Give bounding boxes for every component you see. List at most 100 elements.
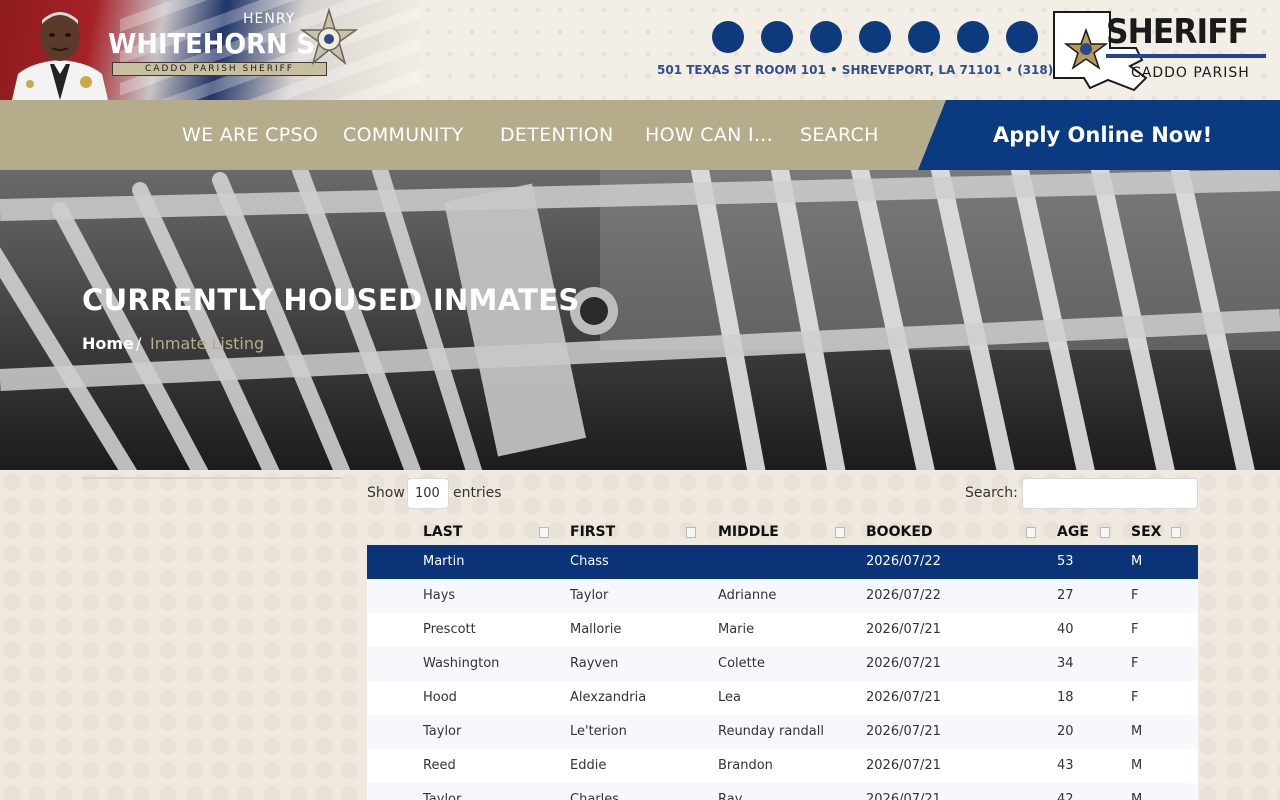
hero-banner bbox=[0, 170, 1280, 470]
social-icon-6[interactable] bbox=[957, 21, 989, 53]
social-icon-7[interactable] bbox=[1006, 21, 1038, 53]
cell-sex: M bbox=[1131, 724, 1143, 739]
cell-last: Hood bbox=[423, 690, 457, 705]
cell-age: 18 bbox=[1057, 690, 1074, 705]
cell-last: Hays bbox=[423, 588, 456, 603]
cell-booked: 2026/07/21 bbox=[866, 724, 941, 739]
cell-age: 34 bbox=[1057, 656, 1074, 671]
cell-last: Martin bbox=[423, 554, 465, 569]
sort-icon[interactable] bbox=[1100, 527, 1110, 538]
page-title: CURRENTLY HOUSED INMATES bbox=[82, 283, 580, 317]
cell-middle: Colette bbox=[718, 656, 765, 671]
entries-select[interactable] bbox=[407, 478, 449, 509]
social-icon-5[interactable] bbox=[908, 21, 940, 53]
cell-sex: M bbox=[1131, 792, 1143, 800]
table-row[interactable]: Hays Taylor Adrianne 2026/07/22 27 F bbox=[367, 579, 1198, 613]
apply-online-label[interactable]: Apply Online Now! bbox=[993, 123, 1212, 147]
cell-first: Le'terion bbox=[570, 724, 627, 739]
column-header-booked[interactable]: BOOKED bbox=[866, 524, 933, 540]
sheriff-badge-icon bbox=[299, 8, 359, 66]
social-icon-4[interactable] bbox=[859, 21, 891, 53]
sheriff-first-name: HENRY bbox=[243, 11, 296, 27]
cell-sex: F bbox=[1131, 622, 1139, 637]
cell-first: Chass bbox=[570, 554, 609, 569]
cell-last: Prescott bbox=[423, 622, 476, 637]
cell-first: Charles bbox=[570, 792, 620, 800]
table-row[interactable]: Taylor Le'terion Reunday randall 2026/07… bbox=[367, 715, 1198, 749]
table-row[interactable]: Hood Alexzandria Lea 2026/07/21 18 F bbox=[367, 681, 1198, 715]
column-header-middle[interactable]: MIDDLE bbox=[718, 524, 779, 540]
cell-age: 20 bbox=[1057, 724, 1074, 739]
nav-item-search[interactable]: SEARCH bbox=[800, 124, 879, 146]
cell-first: Taylor bbox=[570, 588, 609, 603]
cell-middle: Adrianne bbox=[718, 588, 777, 603]
cell-last: Reed bbox=[423, 758, 456, 773]
nav-item-community[interactable]: COMMUNITY bbox=[343, 124, 464, 146]
nav-item-we-are-cpso[interactable]: WE ARE CPSO bbox=[182, 124, 318, 146]
cell-first: Mallorie bbox=[570, 622, 622, 637]
cell-booked: 2026/07/22 bbox=[866, 554, 941, 569]
sort-icon[interactable] bbox=[539, 527, 549, 538]
sheriff-subtitle: CADDO PARISH SHERIFF bbox=[145, 64, 294, 74]
logo-subtitle: CADDO PARISH bbox=[1131, 65, 1250, 81]
sort-icon[interactable] bbox=[1026, 527, 1036, 538]
cell-sex: F bbox=[1131, 690, 1139, 705]
cell-sex: F bbox=[1131, 588, 1139, 603]
cell-middle: Lea bbox=[718, 690, 741, 705]
cell-sex: F bbox=[1131, 656, 1139, 671]
cell-first: Eddie bbox=[570, 758, 607, 773]
table-row[interactable]: Martin Chass 2026/07/22 53 M bbox=[367, 545, 1198, 579]
column-header-first[interactable]: FIRST bbox=[570, 524, 615, 540]
sort-icon[interactable] bbox=[835, 527, 845, 538]
column-header-age[interactable]: AGE bbox=[1057, 524, 1089, 540]
cell-age: 40 bbox=[1057, 622, 1074, 637]
table-row[interactable]: Washington Rayven Colette 2026/07/21 34 … bbox=[367, 647, 1198, 681]
cell-first: Alexzandria bbox=[570, 690, 647, 705]
entries-label: entries bbox=[453, 485, 502, 501]
jail-bars-image bbox=[0, 170, 1280, 470]
cell-first: Rayven bbox=[570, 656, 619, 671]
nav-item-how-can-i[interactable]: HOW CAN I... bbox=[645, 124, 773, 146]
logo-underline bbox=[1106, 54, 1266, 58]
search-input[interactable] bbox=[1022, 478, 1198, 509]
cell-booked: 2026/07/22 bbox=[866, 588, 941, 603]
cell-age: 42 bbox=[1057, 792, 1074, 800]
site-header: HENRY WHITEHORN SR CADDO PARISH SHERIFF … bbox=[0, 0, 1280, 100]
breadcrumb-separator: / bbox=[136, 334, 142, 353]
cell-middle: Marie bbox=[718, 622, 755, 637]
cell-booked: 2026/07/21 bbox=[866, 622, 941, 637]
show-entries-label: Show bbox=[367, 485, 405, 501]
breadcrumb-home[interactable]: Home bbox=[82, 334, 134, 353]
sort-icon[interactable] bbox=[686, 527, 696, 538]
table-row[interactable]: Taylor Charles Ray 2026/07/21 42 M bbox=[367, 783, 1198, 800]
logo-title: SHERIFF bbox=[1106, 12, 1249, 52]
sheriff-subtitle-bar: CADDO PARISH SHERIFF bbox=[112, 62, 327, 76]
cell-age: 27 bbox=[1057, 588, 1074, 603]
cell-middle: Ray bbox=[718, 792, 743, 800]
nav-item-detention[interactable]: DETENTION bbox=[500, 124, 614, 146]
social-icon-1[interactable] bbox=[712, 21, 744, 53]
cell-booked: 2026/07/21 bbox=[866, 758, 941, 773]
sidebar-divider bbox=[82, 477, 342, 479]
cell-last: Taylor bbox=[423, 724, 462, 739]
sheriff-portrait bbox=[12, 11, 108, 100]
cell-middle: Brandon bbox=[718, 758, 773, 773]
table-row[interactable]: Prescott Mallorie Marie 2026/07/21 40 F bbox=[367, 613, 1198, 647]
cell-age: 43 bbox=[1057, 758, 1074, 773]
cell-booked: 2026/07/21 bbox=[866, 690, 941, 705]
table-row[interactable]: Reed Eddie Brandon 2026/07/21 43 M bbox=[367, 749, 1198, 783]
social-icon-2[interactable] bbox=[761, 21, 793, 53]
cell-sex: M bbox=[1131, 758, 1143, 773]
cell-middle: Reunday randall bbox=[718, 724, 824, 739]
sort-icon[interactable] bbox=[1171, 527, 1181, 538]
cell-booked: 2026/07/21 bbox=[866, 792, 941, 800]
cell-booked: 2026/07/21 bbox=[866, 656, 941, 671]
breadcrumb-current: Inmate Listing bbox=[150, 334, 265, 353]
cell-last: Washington bbox=[423, 656, 500, 671]
column-header-last[interactable]: LAST bbox=[423, 524, 462, 540]
social-icon-3[interactable] bbox=[810, 21, 842, 53]
cell-age: 53 bbox=[1057, 554, 1074, 569]
column-header-sex[interactable]: SEX bbox=[1131, 524, 1161, 540]
cell-last: Taylor bbox=[423, 792, 462, 800]
cell-sex: M bbox=[1131, 554, 1143, 569]
